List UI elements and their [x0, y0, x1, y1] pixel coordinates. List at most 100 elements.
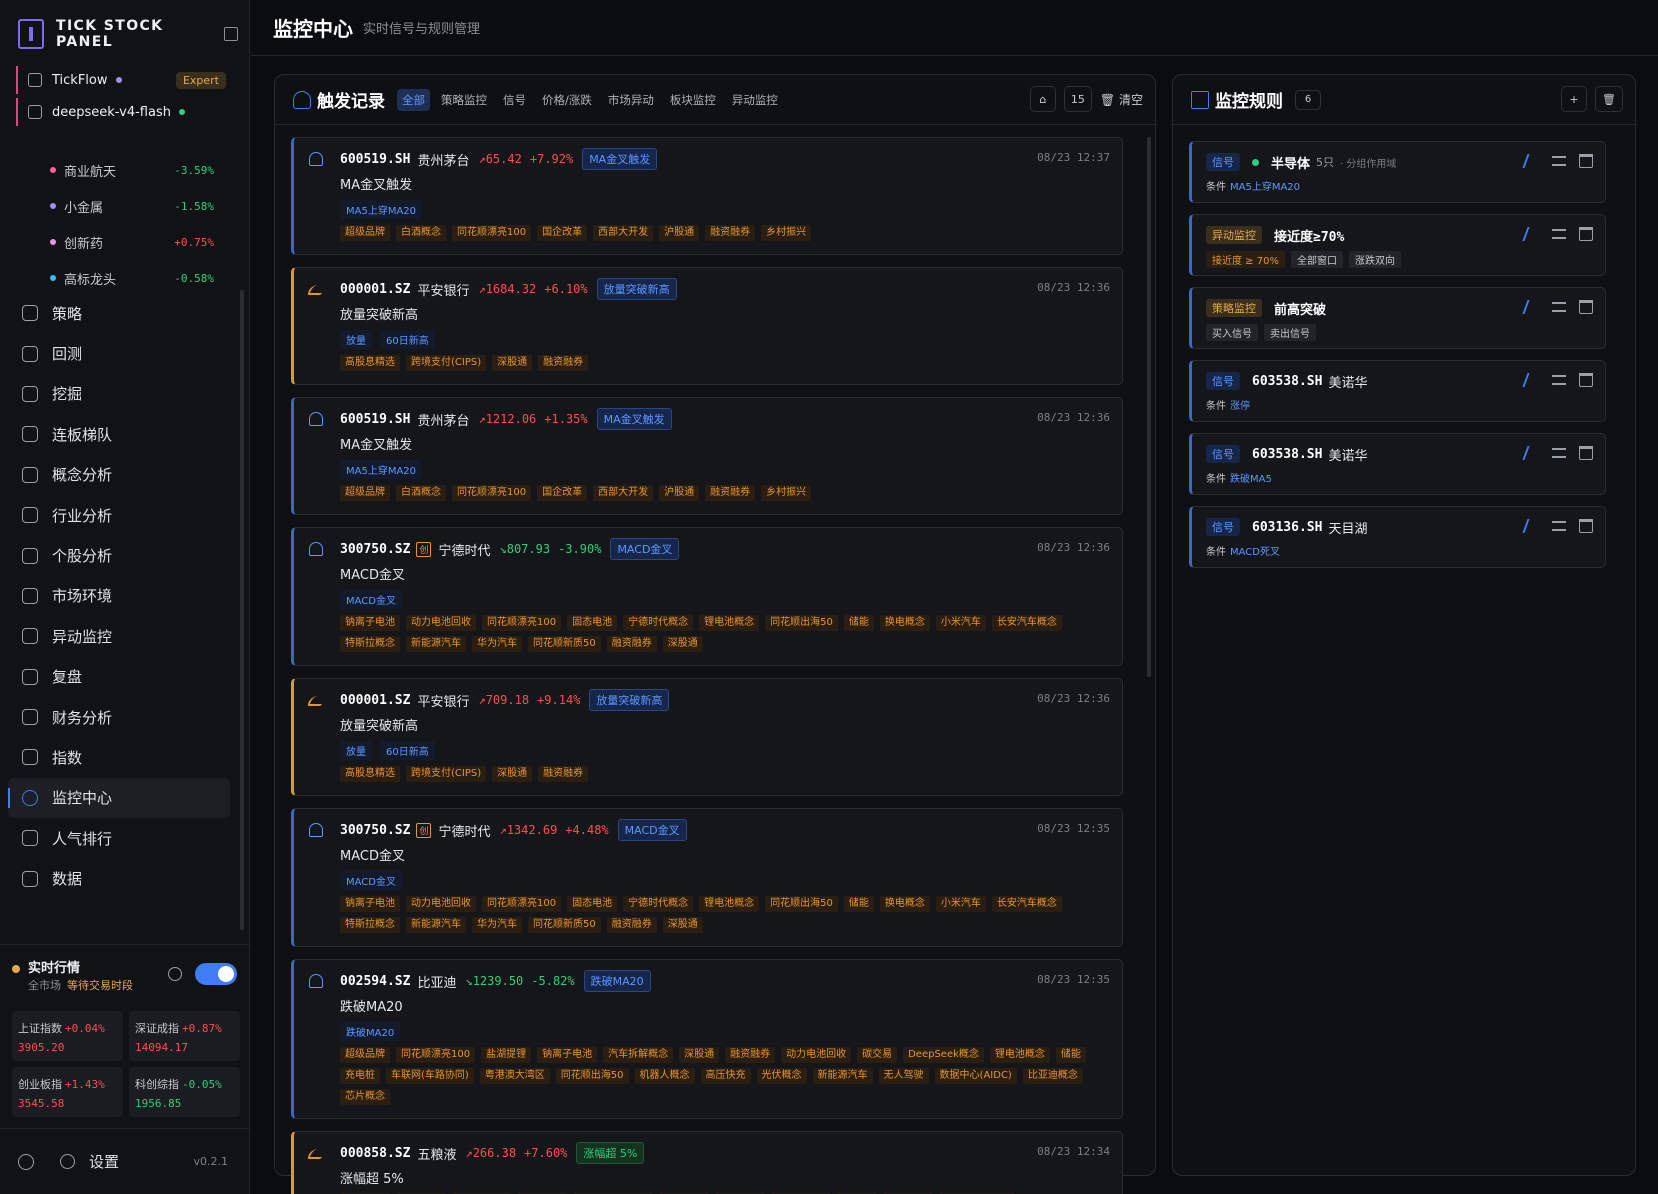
bolt-icon[interactable]: [1522, 154, 1542, 168]
concept-tag[interactable]: 高股息精选: [340, 355, 400, 371]
stock-code[interactable]: 600519.SH: [340, 152, 410, 167]
concept-tag[interactable]: 充电桩: [340, 1068, 380, 1084]
index-card[interactable]: 创业板指 +1.43% 3545.58: [12, 1067, 123, 1117]
sliders-icon[interactable]: [1552, 156, 1566, 166]
realtime-settings-icon[interactable]: [168, 967, 182, 981]
concept-tag[interactable]: 钠离子电池: [340, 896, 400, 912]
concept-tag[interactable]: 高股息精选: [340, 766, 400, 782]
concept-tag[interactable]: 锂电池概念: [699, 896, 760, 912]
concept-tag[interactable]: 小米汽车: [935, 896, 986, 912]
trigger-card[interactable]: 300750.SZ 创宁德时代 ↘807.93 -3.90% MACD金叉 08/23 1…: [291, 527, 1123, 666]
concept-tag[interactable]: 融资融券: [606, 917, 657, 933]
concept-tag[interactable]: 车联网(车路协同): [386, 1068, 474, 1084]
sliders-icon[interactable]: [1552, 375, 1566, 385]
sector-item[interactable]: 小金属 -1.58%: [0, 188, 230, 224]
concept-tag[interactable]: 特斯拉概念: [340, 917, 400, 933]
sector-item[interactable]: 创新药 +0.75%: [0, 224, 230, 260]
nav-item[interactable]: 异动监控: [8, 616, 230, 656]
trash-icon[interactable]: [1579, 227, 1593, 241]
concept-tag[interactable]: 新能源汽车: [812, 1068, 873, 1084]
concept-tag[interactable]: 融资融券: [725, 1047, 776, 1063]
sliders-icon[interactable]: [1552, 448, 1566, 458]
concept-tag[interactable]: 高压快充: [700, 1068, 751, 1084]
concept-tag[interactable]: 沪股通: [659, 225, 700, 241]
concept-tag[interactable]: 宁德时代概念: [623, 896, 694, 912]
concept-tag[interactable]: 无人驾驶: [878, 1068, 929, 1084]
concept-tag[interactable]: 深股通: [662, 917, 703, 933]
clear-button[interactable]: 🗑 清空: [1100, 91, 1143, 108]
concept-tag[interactable]: 动力电池回收: [406, 615, 476, 631]
collapse-sidebar-icon[interactable]: [224, 27, 238, 41]
concept-tag[interactable]: 宁德时代概念: [623, 615, 694, 631]
filter-tab[interactable]: 策略监控: [436, 89, 492, 111]
concept-tag[interactable]: 特斯拉概念: [340, 636, 400, 652]
trigger-card[interactable]: 600519.SH 贵州茅台 ↗65.42 +7.92% MA金叉触发 08/23 12:…: [291, 137, 1123, 255]
concept-tag[interactable]: 换电概念: [879, 615, 930, 631]
concept-tag[interactable]: 机器人概念: [634, 1068, 695, 1084]
nav-item[interactable]: 个股分析: [8, 535, 230, 575]
sliders-icon[interactable]: [1552, 302, 1566, 312]
concept-tag[interactable]: 钠离子电池: [537, 1047, 598, 1063]
trash-icon[interactable]: [1579, 446, 1593, 460]
nav-item[interactable]: 回测: [8, 333, 230, 373]
bolt-icon[interactable]: [1522, 227, 1542, 241]
concept-tag[interactable]: 粤港澳大湾区: [479, 1068, 550, 1084]
trigger-card[interactable]: 002594.SZ 比亚迪 ↘1239.50 -5.82% 跌破MA20 08/23 12…: [291, 959, 1123, 1119]
concept-tag[interactable]: 融资融券: [538, 766, 589, 782]
nav-item[interactable]: 连板梯队: [8, 414, 230, 454]
concept-tag[interactable]: 锂电池概念: [989, 1047, 1050, 1063]
concept-tag[interactable]: 同花顺漂亮100: [396, 1047, 476, 1063]
concept-tag[interactable]: 同花顺出海50: [555, 1068, 629, 1084]
trash-icon[interactable]: [1579, 519, 1593, 533]
concept-tag[interactable]: 融资融券: [606, 636, 657, 652]
concept-tag[interactable]: DeepSeek概念: [903, 1047, 984, 1063]
realtime-toggle[interactable]: [195, 963, 237, 985]
concept-tag[interactable]: 碳交易: [857, 1047, 898, 1063]
trigger-card[interactable]: 300750.SZ 创宁德时代 ↗1342.69 +4.48% MACD金叉 08/23 …: [291, 808, 1123, 947]
nav-item[interactable]: 策略: [8, 293, 230, 333]
concept-tag[interactable]: 动力电池回收: [406, 896, 476, 912]
concept-tag[interactable]: 储能: [843, 615, 874, 631]
index-card[interactable]: 科创综指 -0.05% 1956.85: [129, 1067, 240, 1117]
concept-tag[interactable]: 同花顺漂亮100: [482, 896, 562, 912]
concept-tag[interactable]: 白酒概念: [396, 485, 446, 501]
concept-tag[interactable]: 长安汽车概念: [991, 896, 1062, 912]
concept-tag[interactable]: 储能: [1055, 1047, 1086, 1063]
filter-tab[interactable]: 市场异动: [603, 89, 659, 111]
gear-icon[interactable]: [60, 1154, 75, 1169]
concept-tag[interactable]: 跨境支付(CIPS): [406, 355, 487, 371]
trash-icon[interactable]: [1579, 373, 1593, 387]
rule-card[interactable]: 信号 603136.SH 天目湖 条件 MACD死叉: [1189, 506, 1606, 568]
trigger-card[interactable]: 600519.SH 贵州茅台 ↗1212.06 +1.35% MA金叉触发 08/23 1…: [291, 397, 1123, 515]
theme-toggle-icon[interactable]: [18, 1153, 34, 1170]
stock-code[interactable]: 000858.SZ: [340, 1146, 410, 1161]
delete-all-rules-button[interactable]: 🗑: [1595, 86, 1623, 112]
concept-tag[interactable]: 跨境支付(CIPS): [406, 766, 487, 782]
filter-tab[interactable]: 全部: [397, 88, 430, 111]
concept-tag[interactable]: 超级品牌: [340, 225, 390, 241]
nav-item[interactable]: 复盘: [8, 657, 230, 697]
concept-tag[interactable]: 换电概念: [879, 896, 930, 912]
concept-tag[interactable]: 锂电池概念: [699, 615, 760, 631]
filter-tab[interactable]: 价格/涨跌: [537, 89, 597, 111]
nav-item[interactable]: 监控中心: [8, 777, 230, 819]
index-card[interactable]: 上证指数 +0.04% 3905.20: [12, 1011, 123, 1061]
concept-tag[interactable]: 深股通: [492, 766, 533, 782]
concept-tag[interactable]: 西部大开发: [593, 225, 654, 241]
concept-tag[interactable]: 华为汽车: [472, 636, 522, 652]
concept-tag[interactable]: 同花顺出海50: [765, 896, 838, 912]
sidebar-scrollbar[interactable]: [240, 290, 244, 930]
stock-code[interactable]: 600519.SH: [340, 412, 410, 427]
bolt-icon[interactable]: [1522, 519, 1542, 533]
settings-link[interactable]: 设置: [89, 1151, 119, 1172]
rule-card[interactable]: 信号 603538.SH 美诺华 条件 涨停: [1189, 360, 1606, 422]
rule-card[interactable]: 信号 半导体 5只 · 分组作用域 条件 MA5上穿MA20: [1189, 141, 1606, 203]
concept-tag[interactable]: 国企改革: [537, 485, 588, 501]
nav-item[interactable]: 人气排行: [8, 818, 230, 858]
filter-tab[interactable]: 异动监控: [727, 89, 783, 111]
stock-code[interactable]: 000001.SZ: [340, 282, 410, 297]
index-card[interactable]: 深证成指 +0.87% 14094.17: [129, 1011, 240, 1061]
tag-filter-button[interactable]: ⌂: [1029, 86, 1056, 112]
concept-tag[interactable]: 光伏概念: [756, 1068, 807, 1084]
trigger-list-scrollbar[interactable]: [1147, 137, 1151, 677]
